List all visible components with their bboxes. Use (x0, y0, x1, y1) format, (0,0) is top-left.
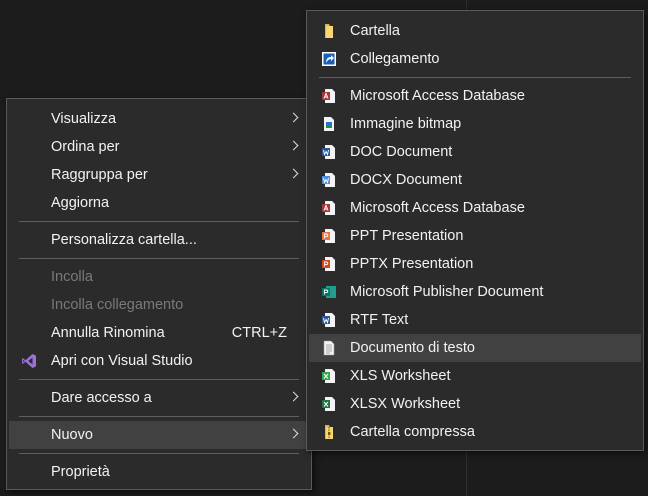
menu-item-label: Aggiorna (51, 195, 110, 211)
menu-item-personalizza-cartella[interactable]: Personalizza cartella... (9, 226, 309, 254)
menu-item-aggiorna[interactable]: Aggiorna (9, 189, 309, 217)
submenu-item-ppt-presentation[interactable]: PPT Presentation (309, 222, 641, 250)
desktop-line (466, 0, 467, 10)
text-file-icon (321, 340, 337, 356)
bitmap-icon (321, 116, 337, 132)
menu-item-label: Visualizza (51, 111, 117, 127)
menu-separator (319, 77, 631, 78)
submenu-item-access-database[interactable]: Microsoft Access Database (309, 82, 641, 110)
submenu-item-rtf-text[interactable]: RTF Text (309, 306, 641, 334)
menu-item-incolla: Incolla (9, 263, 309, 291)
menu-item-label: Nuovo (51, 427, 93, 443)
submenu-item-xlsx-worksheet[interactable]: XLSX Worksheet (309, 390, 641, 418)
submenu-item-label: Documento di testo (350, 340, 475, 356)
menu-separator (19, 221, 299, 222)
excel-icon (321, 368, 337, 384)
menu-item-shortcut: CTRL+Z (231, 325, 287, 341)
menu-item-label: Personalizza cartella... (51, 232, 197, 248)
submenu-item-label: Cartella (350, 23, 400, 39)
submenu-item-doc-document[interactable]: DOC Document (309, 138, 641, 166)
menu-separator (19, 258, 299, 259)
menu-item-proprieta[interactable]: Proprietà (9, 458, 309, 486)
menu-item-dare-accesso-a[interactable]: Dare accesso a (9, 384, 309, 412)
word-docx-icon (321, 172, 337, 188)
chevron-right-icon (288, 112, 299, 123)
submenu-item-label: Microsoft Access Database (350, 200, 525, 216)
menu-separator (19, 453, 299, 454)
desktop-line (466, 451, 467, 496)
menu-item-label: Incolla collegamento (51, 297, 184, 313)
powerpoint-icon (321, 256, 337, 272)
submenu-item-xls-worksheet[interactable]: XLS Worksheet (309, 362, 641, 390)
visual-studio-icon (21, 353, 37, 369)
menu-item-label: Apri con Visual Studio (51, 353, 193, 369)
submenu-item-label: Immagine bitmap (350, 116, 462, 132)
submenu-item-label: DOCX Document (350, 172, 463, 188)
chevron-right-icon (288, 391, 299, 402)
submenu-item-label: Collegamento (350, 51, 440, 67)
submenu-item-docx-document[interactable]: DOCX Document (309, 166, 641, 194)
chevron-right-icon (288, 168, 299, 179)
submenu-item-access-database-2[interactable]: Microsoft Access Database (309, 194, 641, 222)
submenu-item-label: XLSX Worksheet (350, 396, 461, 412)
menu-item-annulla-rinomina[interactable]: Annulla Rinomina CTRL+Z (9, 319, 309, 347)
submenu-item-label: Cartella compressa (350, 424, 475, 440)
menu-item-visualizza[interactable]: Visualizza (9, 105, 309, 133)
submenu-item-label: PPT Presentation (350, 228, 464, 244)
excel-icon (321, 396, 337, 412)
menu-item-raggruppa-per[interactable]: Raggruppa per (9, 161, 309, 189)
submenu-item-cartella[interactable]: Cartella (309, 17, 641, 45)
folder-icon (321, 23, 337, 39)
menu-item-label: Proprietà (51, 464, 110, 480)
menu-item-label: Raggruppa per (51, 167, 148, 183)
submenu-item-label: XLS Worksheet (350, 368, 451, 384)
menu-item-ordina-per[interactable]: Ordina per (9, 133, 309, 161)
menu-item-label: Ordina per (51, 139, 120, 155)
chevron-right-icon (288, 140, 299, 151)
submenu-item-label: DOC Document (350, 144, 453, 160)
context-menu: Visualizza Ordina per Raggruppa per Aggi… (6, 98, 312, 490)
chevron-right-icon (288, 428, 299, 439)
submenu-item-label: PPTX Presentation (350, 256, 474, 272)
menu-item-nuovo[interactable]: Nuovo (9, 421, 309, 449)
submenu-item-pptx-presentation[interactable]: PPTX Presentation (309, 250, 641, 278)
submenu-item-publisher-document[interactable]: Microsoft Publisher Document (309, 278, 641, 306)
shortcut-icon (321, 51, 337, 67)
submenu-item-label: Microsoft Access Database (350, 88, 525, 104)
powerpoint-icon (321, 228, 337, 244)
publisher-icon (321, 284, 337, 300)
menu-item-apri-con-visual-studio[interactable]: Apri con Visual Studio (9, 347, 309, 375)
new-submenu: Cartella Collegamento Microsoft Access D… (306, 10, 644, 451)
menu-item-label: Annulla Rinomina (51, 325, 165, 341)
submenu-item-label: RTF Text (350, 312, 409, 328)
menu-item-label: Incolla (51, 269, 93, 285)
submenu-item-immagine-bitmap[interactable]: Immagine bitmap (309, 110, 641, 138)
menu-separator (19, 416, 299, 417)
menu-item-incolla-collegamento: Incolla collegamento (9, 291, 309, 319)
access-icon (321, 88, 337, 104)
submenu-item-label: Microsoft Publisher Document (350, 284, 544, 300)
rtf-icon (321, 312, 337, 328)
zip-folder-icon (321, 424, 337, 440)
menu-separator (19, 379, 299, 380)
submenu-item-cartella-compressa[interactable]: Cartella compressa (309, 418, 641, 446)
submenu-item-documento-di-testo[interactable]: Documento di testo (309, 334, 641, 362)
menu-item-label: Dare accesso a (51, 390, 152, 406)
submenu-item-collegamento[interactable]: Collegamento (309, 45, 641, 73)
access-icon (321, 200, 337, 216)
word-doc-icon (321, 144, 337, 160)
